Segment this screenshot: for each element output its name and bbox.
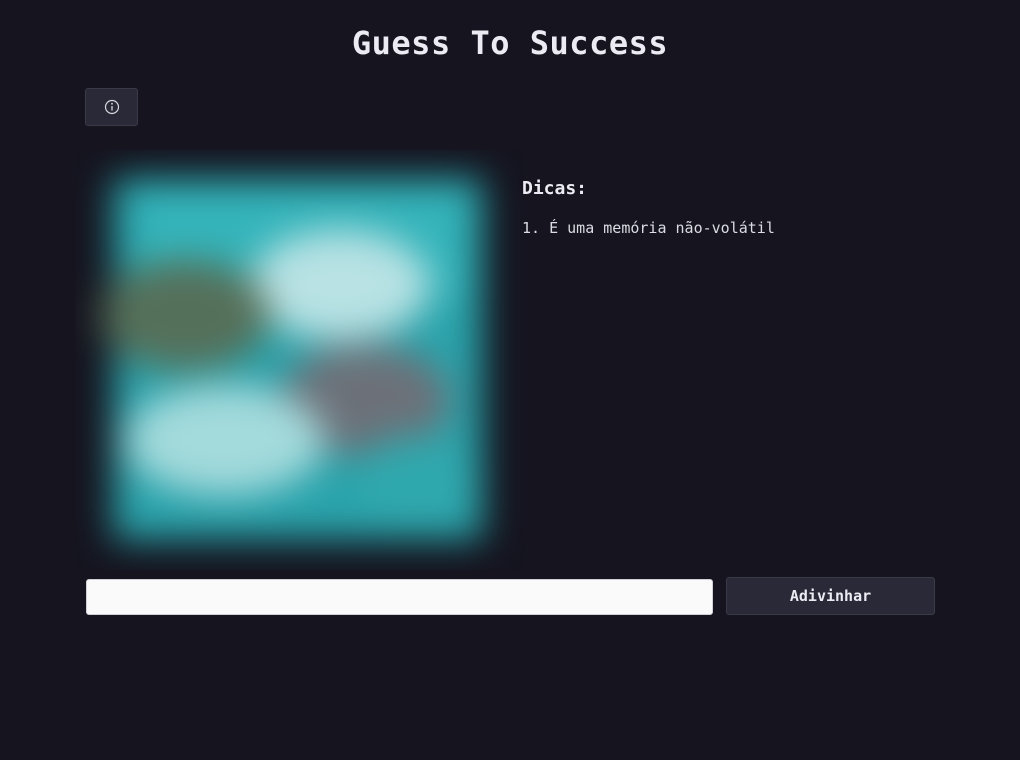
blurred-image-content bbox=[75, 150, 525, 570]
hints-title: Dicas: bbox=[522, 178, 588, 199]
info-icon bbox=[104, 99, 120, 115]
page: Guess To Success Dicas: 1. É uma memória… bbox=[0, 0, 1020, 760]
info-button[interactable] bbox=[85, 88, 138, 126]
guess-button[interactable]: Adivinhar bbox=[726, 577, 935, 615]
hint-item: 1. É uma memória não-volátil bbox=[522, 219, 775, 237]
hints-panel: Dicas: 1. É uma memória não-volátil bbox=[522, 178, 942, 239]
blurred-guess-image bbox=[75, 150, 525, 570]
guess-input[interactable] bbox=[86, 579, 713, 615]
hints-list: 1. É uma memória não-volátil bbox=[522, 217, 942, 239]
page-title: Guess To Success bbox=[351, 24, 669, 62]
